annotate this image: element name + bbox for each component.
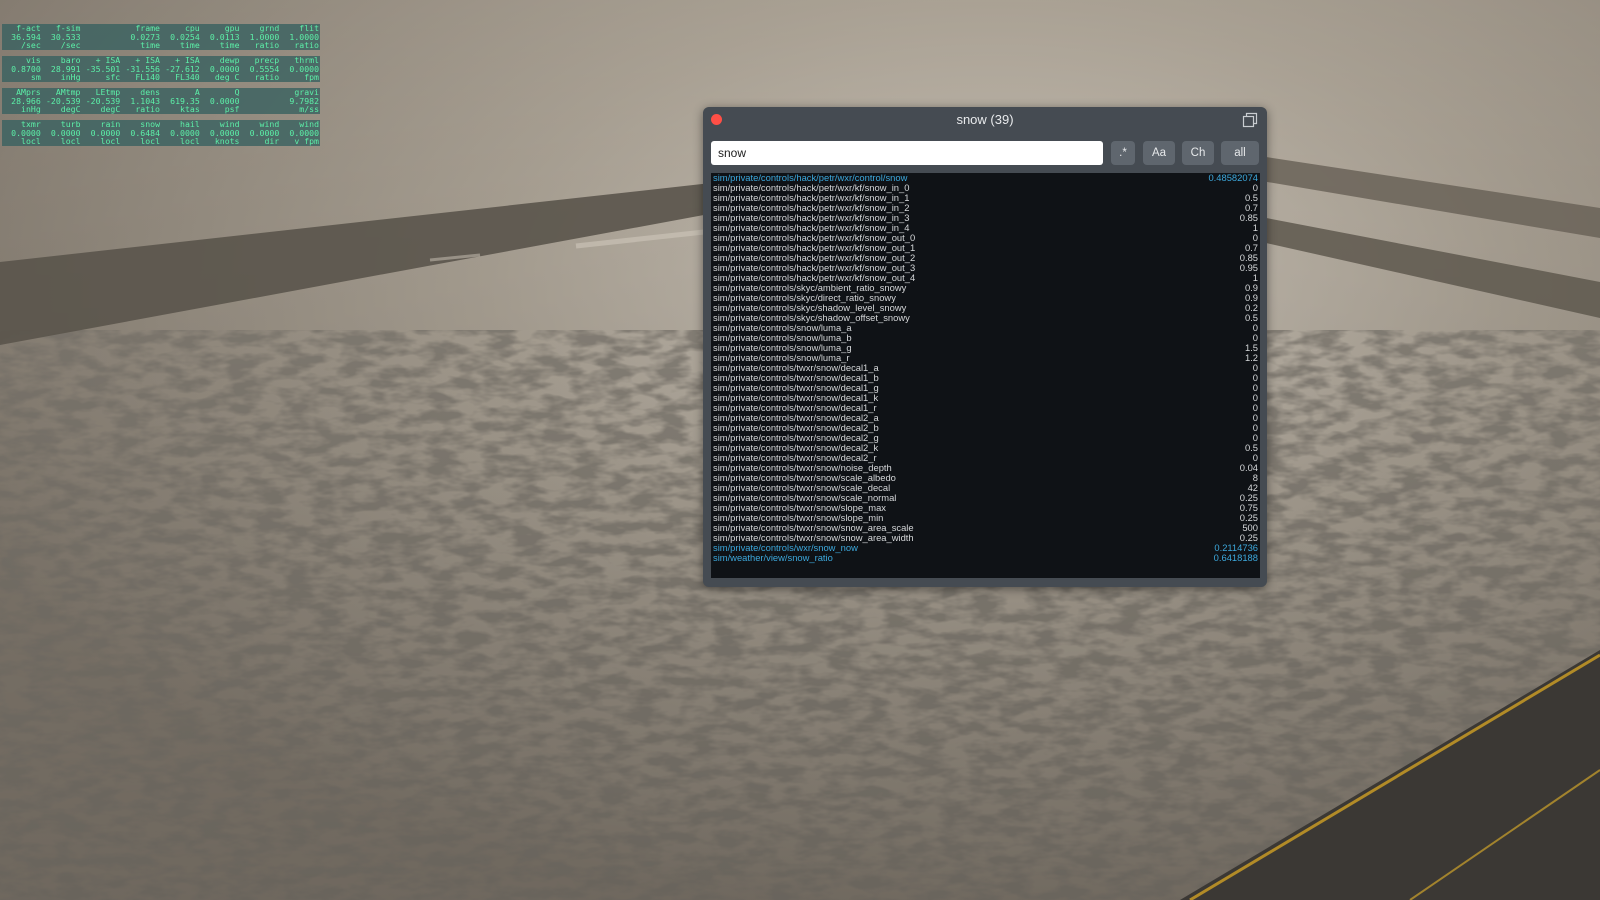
data-output-cell: AMprs 28.966 inHg xyxy=(2,88,42,114)
data-output-row: f-act 36.594/sec f-sim 30.533/sec frame 0.027… xyxy=(2,24,320,50)
data-output-unit: locl xyxy=(100,136,121,147)
popout-window-icon[interactable] xyxy=(1242,112,1258,128)
data-output-cell: gravi 9.7982 m/ss xyxy=(280,88,320,114)
data-output-unit: locl xyxy=(180,136,200,147)
data-output-unit: locl xyxy=(140,136,160,147)
data-output-unit: deg C xyxy=(214,72,240,83)
data-output-cell: gpu 0.0113 time xyxy=(201,24,241,50)
data-output-unit: degC xyxy=(100,104,121,115)
data-output-row: vis 0.8700 sm baro 28.991 inHg + ISA -35.501 sfc… xyxy=(2,56,320,82)
data-output-cell: wind 0.0000 knots xyxy=(201,120,241,146)
data-output-cell: wind 0.0000 v fpm xyxy=(280,120,320,146)
data-output-cell: baro 28.991 inHg xyxy=(42,56,82,82)
data-output-cell: A 619.35 ktas xyxy=(161,88,201,114)
data-output-cell: snow 0.6484 locl xyxy=(121,120,161,146)
data-output-unit: sm xyxy=(30,72,41,83)
data-output-unit: sfc xyxy=(105,72,121,83)
data-output-cell: txmr 0.0000 locl xyxy=(2,120,42,146)
data-output-unit: ktas xyxy=(180,104,200,115)
regex-toggle-button[interactable]: .* xyxy=(1111,141,1135,165)
dataref-result-row[interactable]: sim/weather/view/snow_ratio 0.6418188 xyxy=(711,553,1260,563)
changed-only-toggle-button[interactable]: Ch xyxy=(1182,141,1214,165)
data-output-unit: fpm xyxy=(304,72,319,83)
data-output-unit: locl xyxy=(60,136,81,147)
data-output-cell: + ISA -35.501 sfc xyxy=(82,56,122,82)
window-title: snow (39) xyxy=(956,112,1014,127)
dataref-value: 0.6418188 xyxy=(1213,552,1258,563)
data-output-cell: turb 0.0000 locl xyxy=(42,120,82,146)
data-output-cell xyxy=(82,24,122,50)
data-output-cell: thrml 0.0000 fpm xyxy=(280,56,320,82)
results-list: sim/private/controls/hack/petr/wxr/contr… xyxy=(711,173,1260,563)
data-output-unit: psf xyxy=(224,104,240,115)
data-output-cell: vis 0.8700 sm xyxy=(2,56,42,82)
window-title-bar[interactable]: snow (39) xyxy=(703,107,1267,133)
data-output-cell xyxy=(241,88,281,114)
data-output-unit: ratio xyxy=(254,72,280,83)
data-output-cell: grnd 1.0000 ratio xyxy=(241,24,281,50)
data-output-unit: degC xyxy=(60,104,81,115)
show-all-button[interactable]: all xyxy=(1221,141,1259,165)
data-output-cell: frame 0.0273 time xyxy=(121,24,161,50)
data-output-cell: LEtmp -20.539 degC xyxy=(82,88,122,114)
data-output-cell: dewp 0.0000 deg C xyxy=(201,56,241,82)
data-output-unit: v fpm xyxy=(294,136,319,147)
data-output-cell: + ISA -31.556 FL140 xyxy=(121,56,161,82)
data-output-unit: m/ss xyxy=(299,104,319,115)
data-output-cell: f-sim 30.533/sec xyxy=(42,24,82,50)
results-list-panel[interactable]: sim/private/controls/hack/petr/wxr/contr… xyxy=(711,173,1260,578)
data-output-unit: /sec xyxy=(21,40,41,51)
dataref-search-window: snow (39) .* Aa Ch all sim/private/contr… xyxy=(703,107,1267,587)
data-output-unit: knots xyxy=(214,136,240,147)
data-output-unit: FL140 xyxy=(135,72,160,83)
data-output-cell: Q 0.0000 psf xyxy=(201,88,241,114)
data-output-overlay: f-act 36.594/sec f-sim 30.533/sec frame 0.027… xyxy=(2,24,320,152)
data-output-row: AMprs 28.966 inHg AMtmp -20.539 degC LEtmp -20.… xyxy=(2,88,320,114)
data-output-cell: dens 1.1043 ratio xyxy=(121,88,161,114)
dataref-value: 0.48582074 xyxy=(1208,173,1258,183)
data-output-row: txmr 0.0000 locl turb 0.0000 locl rain 0.0000 lo… xyxy=(2,120,320,146)
data-output-unit: ratio xyxy=(294,40,319,51)
data-output-unit: dir xyxy=(264,136,280,147)
data-output-cell: hail 0.0000 locl xyxy=(161,120,201,146)
data-output-cell: f-act 36.594/sec xyxy=(2,24,42,50)
data-output-unit: inHg xyxy=(60,72,81,83)
data-output-unit: locl xyxy=(21,136,41,147)
dataref-path: sim/weather/view/snow_ratio xyxy=(713,552,833,563)
data-output-unit: time xyxy=(180,40,200,51)
search-input[interactable] xyxy=(711,141,1103,165)
case-sensitive-toggle-button[interactable]: Aa xyxy=(1143,141,1175,165)
data-output-unit: time xyxy=(140,40,160,51)
data-output-cell: flit 1.0000 ratio xyxy=(280,24,320,50)
data-output-unit: time xyxy=(219,40,240,51)
data-output-cell: rain 0.0000 locl xyxy=(82,120,122,146)
data-output-unit: inHg xyxy=(21,104,41,115)
data-output-cell: wind 0.0000 dir xyxy=(241,120,281,146)
data-output-cell: cpu 0.0254 time xyxy=(161,24,201,50)
data-output-cell: precp 0.5554 ratio xyxy=(241,56,281,82)
data-output-cell: + ISA -27.612 FL340 xyxy=(161,56,201,82)
data-output-cell: AMtmp -20.539 degC xyxy=(42,88,82,114)
data-output-unit: ratio xyxy=(135,104,160,115)
data-output-unit: /sec xyxy=(60,40,81,51)
data-output-unit: FL340 xyxy=(175,72,200,83)
data-output-unit: ratio xyxy=(254,40,280,51)
